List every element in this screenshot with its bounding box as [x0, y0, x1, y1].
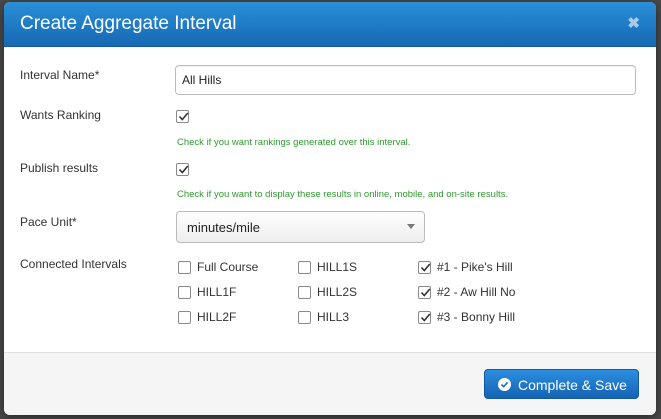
pace-unit-value: minutes/mile — [187, 220, 260, 235]
checkmark-icon — [420, 263, 431, 272]
check-circle-icon — [498, 378, 511, 391]
interval-checkbox-aw-hill-no[interactable] — [418, 286, 431, 299]
close-icon[interactable]: ✖ — [627, 14, 640, 32]
interval-checkbox-full-course[interactable] — [178, 261, 191, 274]
interval-label-hill2f: HILL2F — [197, 310, 237, 324]
create-aggregate-interval-dialog: Create Aggregate Interval ✖ Interval Nam… — [4, 2, 656, 415]
interval-checkbox-bonny-hill[interactable] — [418, 311, 431, 324]
publish-results-help: Check if you want to display these resul… — [177, 189, 509, 200]
connected-intervals-label: Connected Intervals — [20, 257, 127, 271]
publish-results-label: Publish results — [20, 161, 99, 175]
interval-label-bonny-hill: #3 - Bonny Hill — [437, 310, 516, 324]
checkmark-icon — [420, 313, 431, 322]
checkmark-icon — [420, 288, 431, 297]
interval-label-pikes-hill: #1 - Pike's Hill — [437, 260, 513, 274]
interval-checkbox-hill1s[interactable] — [298, 261, 311, 274]
interval-label-hill3: HILL3 — [317, 310, 350, 324]
modal-header: Create Aggregate Interval ✖ — [4, 2, 656, 47]
checkmark-icon — [178, 165, 189, 174]
interval-checkbox-pikes-hill[interactable] — [418, 261, 431, 274]
interval-checkbox-hill1f[interactable] — [178, 286, 191, 299]
interval-checkbox-hill2s[interactable] — [298, 286, 311, 299]
interval-label-hill1f: HILL1F — [197, 285, 237, 299]
wants-ranking-label: Wants Ranking — [20, 108, 101, 122]
pace-unit-select[interactable]: minutes/mile — [176, 211, 425, 243]
interval-label-hill1s: HILL1S — [317, 260, 358, 274]
checkmark-icon — [178, 112, 189, 121]
publish-results-checkbox[interactable] — [176, 163, 189, 176]
chevron-down-icon — [407, 224, 415, 229]
wants-ranking-help: Check if you want rankings generated ove… — [177, 137, 411, 148]
interval-label-aw-hill-no: #2 - Aw Hill No — [437, 285, 516, 299]
interval-name-label: Interval Name* — [20, 68, 100, 82]
interval-checkbox-hill3[interactable] — [298, 311, 311, 324]
interval-name-input[interactable] — [175, 65, 636, 95]
complete-and-save-label: Complete & Save — [518, 377, 627, 393]
modal-title: Create Aggregate Interval — [20, 13, 237, 34]
interval-checkbox-hill2f[interactable] — [178, 311, 191, 324]
interval-label-full-course: Full Course — [197, 260, 259, 274]
pace-unit-label: Pace Unit* — [20, 215, 77, 229]
modal-footer: Complete & Save — [4, 352, 656, 415]
wants-ranking-checkbox[interactable] — [176, 110, 189, 123]
interval-label-hill2s: HILL2S — [317, 285, 358, 299]
complete-and-save-button[interactable]: Complete & Save — [484, 369, 639, 399]
